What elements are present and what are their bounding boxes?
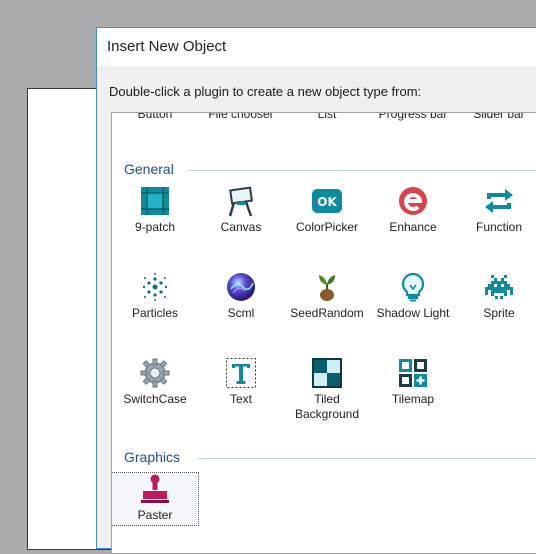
group-header-graphics: Graphics [124,449,536,469]
plugin-label-seedrandom: SeedRandom [290,306,364,320]
plugin-label-text: Text [229,392,252,406]
group-header-general: General [124,161,536,181]
paster-stamp-icon [141,474,169,503]
plugin-tile-enhance[interactable]: Enhance [370,185,456,255]
dialog-instruction: Double-click a plugin to create a new ob… [109,84,422,99]
tiled-background-icon [312,358,342,388]
plugin-label-button[interactable]: Button [112,113,198,121]
plugin-label-9-patch: 9-patch [134,220,176,234]
tilemap-icon [399,359,427,387]
group-divider [198,458,536,459]
enhance-e-icon [399,187,427,215]
seed-sprout-icon [319,275,335,301]
plugin-tile-9-patch[interactable]: 9-patch [112,185,198,255]
plugin-tile-colorpicker[interactable]: OK ColorPicker [284,185,370,255]
plugin-label-tiled-background: Tiled Background [294,392,360,421]
text-t-icon [226,358,256,388]
plugin-label-colorpicker: ColorPicker [295,220,358,234]
plugin-tile-canvas[interactable]: Canvas [198,185,284,255]
dialog-titlebar[interactable]: Insert New Object [97,28,536,66]
plugin-label-function: Function [475,220,523,234]
group-divider [188,170,536,171]
plugin-label-particles: Particles [131,306,178,320]
gear-icon [140,358,170,388]
plugin-tile-function[interactable]: Function [456,185,536,255]
plugin-label-list[interactable]: List [284,113,370,121]
scml-orb-icon [227,273,255,301]
plugin-label-sprite: Sprite [483,306,515,320]
plugin-tile-text[interactable]: Text [198,357,284,427]
colorpicker-ok-icon: OK [312,189,342,213]
plugin-label-tilemap: Tilemap [391,392,435,406]
plugin-tile-shadow-light[interactable]: Shadow Light [370,271,456,341]
plugin-tile-sprite[interactable]: Sprite [456,271,536,341]
plugin-label-file-chooser[interactable]: File chooser [198,113,284,121]
insert-object-dialog: Insert New Object Double-click a plugin … [96,27,536,554]
nine-patch-icon [141,187,169,215]
plugin-label-paster: Paster [137,508,173,522]
plugin-tile-tiled-background[interactable]: Tiled Background [284,357,370,427]
plugin-tile-switchcase[interactable]: SwitchCase [112,357,198,427]
plugin-label-enhance: Enhance [389,220,437,234]
group-title-general: General [124,161,174,177]
space-invader-icon [485,275,513,299]
bulb-icon [401,272,425,302]
plugin-tile-seedrandom[interactable]: SeedRandom [284,271,370,341]
group-title-graphics: Graphics [124,449,181,465]
plugin-label-slider-bar[interactable]: Slider bar [456,113,536,121]
plugin-label-switchcase: SwitchCase [123,392,187,406]
plugin-list[interactable]: Button File chooser List Progress bar Sl… [111,112,536,554]
partially-visible-row: Button File chooser List Progress bar Sl… [112,113,536,121]
plugin-label-progress-bar[interactable]: Progress bar [370,113,456,121]
plugin-tile-particles[interactable]: Particles [112,271,198,341]
plugin-tile-tilemap[interactable]: Tilemap [370,357,456,427]
plugin-label-scml: Scml [227,306,255,320]
plugin-label-canvas: Canvas [220,220,262,234]
plugin-tile-scml[interactable]: Scml [198,271,284,341]
particles-icon [142,273,168,301]
canvas-easel-icon [228,186,254,217]
plugin-tile-paster[interactable]: Paster [112,472,199,526]
dialog-title: Insert New Object [107,38,227,55]
plugin-label-shadow-light: Shadow Light [376,306,450,320]
function-arrows-icon [485,189,513,213]
svg-text:OK: OK [317,195,337,209]
